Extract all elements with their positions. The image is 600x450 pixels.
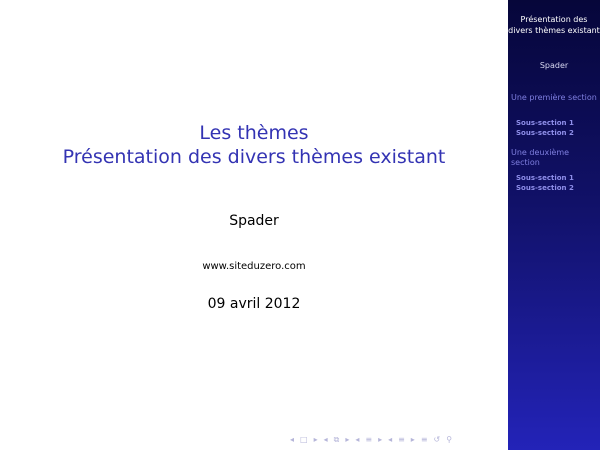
next-subsection-icon[interactable]: ▸ xyxy=(378,435,382,445)
sidebar-title[interactable]: Présentation des divers thèmes existant xyxy=(508,14,600,36)
sidebar-section-2[interactable]: Une deuxième section xyxy=(511,148,597,168)
next-slide-icon[interactable]: ▸ xyxy=(314,435,318,445)
toc-icon[interactable]: ≡ xyxy=(421,435,428,445)
prev-subsection-icon[interactable]: ◂ xyxy=(355,435,359,445)
next-section-icon[interactable]: ▸ xyxy=(411,435,415,445)
sidebar-subsection-2-2[interactable]: Sous-section 2 xyxy=(516,184,598,193)
slide-content: Les thèmes Présentation des divers thème… xyxy=(0,0,508,450)
prev-section-icon[interactable]: ◂ xyxy=(388,435,392,445)
sidebar-subsection-1-2[interactable]: Sous-section 2 xyxy=(516,129,598,138)
subsection-icon[interactable]: ≡ xyxy=(365,435,372,445)
slide-date: 09 avril 2012 xyxy=(207,296,301,312)
slide-institute: www.siteduzero.com xyxy=(202,261,306,272)
sidebar-author[interactable]: Spader xyxy=(508,61,600,70)
slide-author: Spader xyxy=(229,213,279,229)
title-line-2-container: Présentation des divers thèmes existant xyxy=(0,145,508,169)
sidebar: Présentation des divers thèmes existant … xyxy=(508,0,600,450)
prev-frame-icon[interactable]: ◂ xyxy=(324,435,328,445)
next-frame-icon[interactable]: ▸ xyxy=(345,435,349,445)
title-line-1-container: Les thèmes xyxy=(0,121,508,145)
sidebar-section-1[interactable]: Une première section xyxy=(511,93,597,103)
section-icon[interactable]: ≡ xyxy=(398,435,405,445)
zoom-icon[interactable]: ⚲ xyxy=(446,435,452,445)
slide-title: Les thèmes xyxy=(199,122,309,144)
undo-icon[interactable]: ↺ xyxy=(434,435,441,445)
frame-icon[interactable]: ⧉ xyxy=(334,435,340,445)
sidebar-subsection-2-1[interactable]: Sous-section 1 xyxy=(516,174,598,183)
slide-subtitle: Présentation des divers thèmes existant xyxy=(62,146,446,168)
sidebar-subsection-1-1[interactable]: Sous-section 1 xyxy=(516,119,598,128)
slide-icon[interactable]: □ xyxy=(300,435,308,445)
prev-slide-icon[interactable]: ◂ xyxy=(290,435,294,445)
navigation-bar: ◂ □ ▸ ◂ ⧉ ▸ ◂ ≡ ▸ ◂ ≡ ▸ ≡ ↺ ⚲ xyxy=(290,434,452,446)
